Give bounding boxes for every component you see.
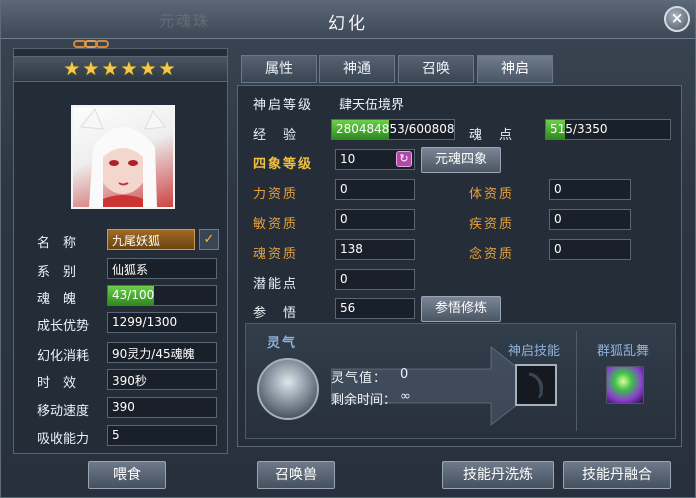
stat-row-duration: 时 效 390秒 bbox=[21, 369, 221, 391]
stat-row-cost: 幻化消耗 90灵力/45魂魄 bbox=[21, 342, 221, 364]
attr-label: 力资质 bbox=[253, 187, 299, 202]
wisdom-train-button[interactable]: 参悟修炼 bbox=[421, 296, 501, 322]
attr-value: 0 bbox=[335, 209, 415, 230]
stat-value: 90灵力/45魂魄 bbox=[107, 342, 217, 363]
stars-icon: ★★★★★★ bbox=[63, 58, 178, 80]
skill-merge-button[interactable]: 技能丹融合 bbox=[563, 461, 671, 489]
attr-label: 魂资质 bbox=[253, 247, 299, 262]
title-bar[interactable]: 元魂珠 幻化 × bbox=[1, 1, 695, 39]
qi-time-value: ∞ bbox=[400, 389, 413, 404]
shenqi-skill-title: 神启技能 bbox=[508, 344, 561, 359]
tab-shentong[interactable]: 神通 bbox=[319, 55, 395, 83]
stat-row-growth: 成长优势 1299/1300 bbox=[21, 312, 221, 334]
attr-value: 0 bbox=[549, 179, 631, 200]
close-button[interactable]: × bbox=[664, 6, 690, 32]
stat-value: 1299/1300 bbox=[107, 312, 217, 333]
shenqi-skill-slot[interactable] bbox=[515, 364, 557, 406]
wisdom-value: 56 bbox=[335, 298, 415, 319]
lingqi-orb-icon[interactable] bbox=[257, 358, 319, 420]
stat-value: 390 bbox=[107, 397, 217, 418]
stat-row-type: 系 别 仙狐系 bbox=[21, 258, 221, 280]
soul-points-text: 515/3350 bbox=[550, 122, 608, 136]
attr-value: 0 bbox=[335, 179, 415, 200]
stat-row-name: 名 称 九尾妖狐 ✓ bbox=[21, 229, 221, 251]
level-value: 肆天伍境界 bbox=[339, 98, 405, 113]
stat-value: 390秒 bbox=[107, 369, 217, 390]
soul-bar: 43/100 bbox=[107, 285, 217, 306]
qi-value: 0 bbox=[400, 367, 411, 382]
attr-value: 138 bbox=[335, 239, 415, 260]
fox-chaos-skill-icon[interactable] bbox=[606, 366, 644, 404]
level-label: 神启等级 bbox=[253, 98, 314, 113]
skill-divider bbox=[576, 331, 577, 431]
attr-value: 0 bbox=[549, 209, 631, 230]
attr-value: 0 bbox=[549, 239, 631, 260]
pet-name-value: 九尾妖狐 bbox=[107, 229, 195, 250]
qi-time-label: 剩余时间： bbox=[331, 393, 397, 408]
potential-label: 潜能点 bbox=[253, 277, 299, 292]
attr-label: 体资质 bbox=[469, 187, 515, 202]
refresh-icon[interactable]: ↻ bbox=[396, 151, 412, 167]
stat-row-absorb: 吸收能力 5 bbox=[21, 425, 221, 447]
star-rating: ★★★★★★ bbox=[13, 56, 228, 82]
fox-girl-portrait-icon bbox=[80, 108, 166, 207]
sixiang-label: 四象等级 bbox=[253, 157, 314, 172]
attr-label: 敏资质 bbox=[253, 217, 299, 232]
yuanhun-sixiang-button[interactable]: 元魂四象 bbox=[421, 147, 501, 173]
tab-shenqi[interactable]: 神启 bbox=[477, 55, 553, 83]
window-title: 幻化 bbox=[328, 14, 368, 34]
stat-value: 仙狐系 bbox=[107, 258, 217, 279]
exp-bar: 280484853/600808726 bbox=[331, 119, 455, 140]
pet-portrait bbox=[71, 105, 175, 209]
exp-bar-text: 280484853/600808726 bbox=[336, 122, 455, 136]
lingqi-title: 灵气 bbox=[267, 336, 298, 351]
stat-value: 5 bbox=[107, 425, 217, 446]
soul-bar-text: 43/100 bbox=[112, 288, 155, 302]
exp-label: 经 验 bbox=[253, 128, 299, 143]
feed-button[interactable]: 喂食 bbox=[88, 461, 166, 489]
tab-attributes[interactable]: 属性 bbox=[241, 55, 317, 83]
tab-summon[interactable]: 召唤 bbox=[398, 55, 474, 83]
soul-points-label: 魂 点 bbox=[469, 128, 515, 143]
stat-row-soul: 魂 魄 43/100 bbox=[21, 285, 221, 307]
attr-label: 疾资质 bbox=[469, 217, 515, 232]
wisdom-label: 参 悟 bbox=[253, 306, 299, 321]
potential-value: 0 bbox=[335, 269, 415, 290]
qi-value-label: 灵气值： bbox=[331, 371, 388, 386]
stat-row-speed: 移动速度 390 bbox=[21, 397, 221, 419]
summon-button[interactable]: 召唤兽 bbox=[257, 461, 335, 489]
skill-wash-button[interactable]: 技能丹洗炼 bbox=[442, 461, 554, 489]
skill-slot-icon bbox=[528, 372, 544, 399]
attr-label: 念资质 bbox=[469, 247, 515, 262]
confirm-check-icon[interactable]: ✓ bbox=[199, 229, 219, 250]
soul-points-bar: 515/3350 bbox=[545, 119, 671, 140]
extra-skill-name: 群狐乱舞 bbox=[597, 344, 650, 359]
huanhua-window: 元魂珠 幻化 × ★★★★★★ 名 称 九尾妖狐 ✓ 系 别 仙狐系 魂 魄 4… bbox=[0, 0, 696, 498]
